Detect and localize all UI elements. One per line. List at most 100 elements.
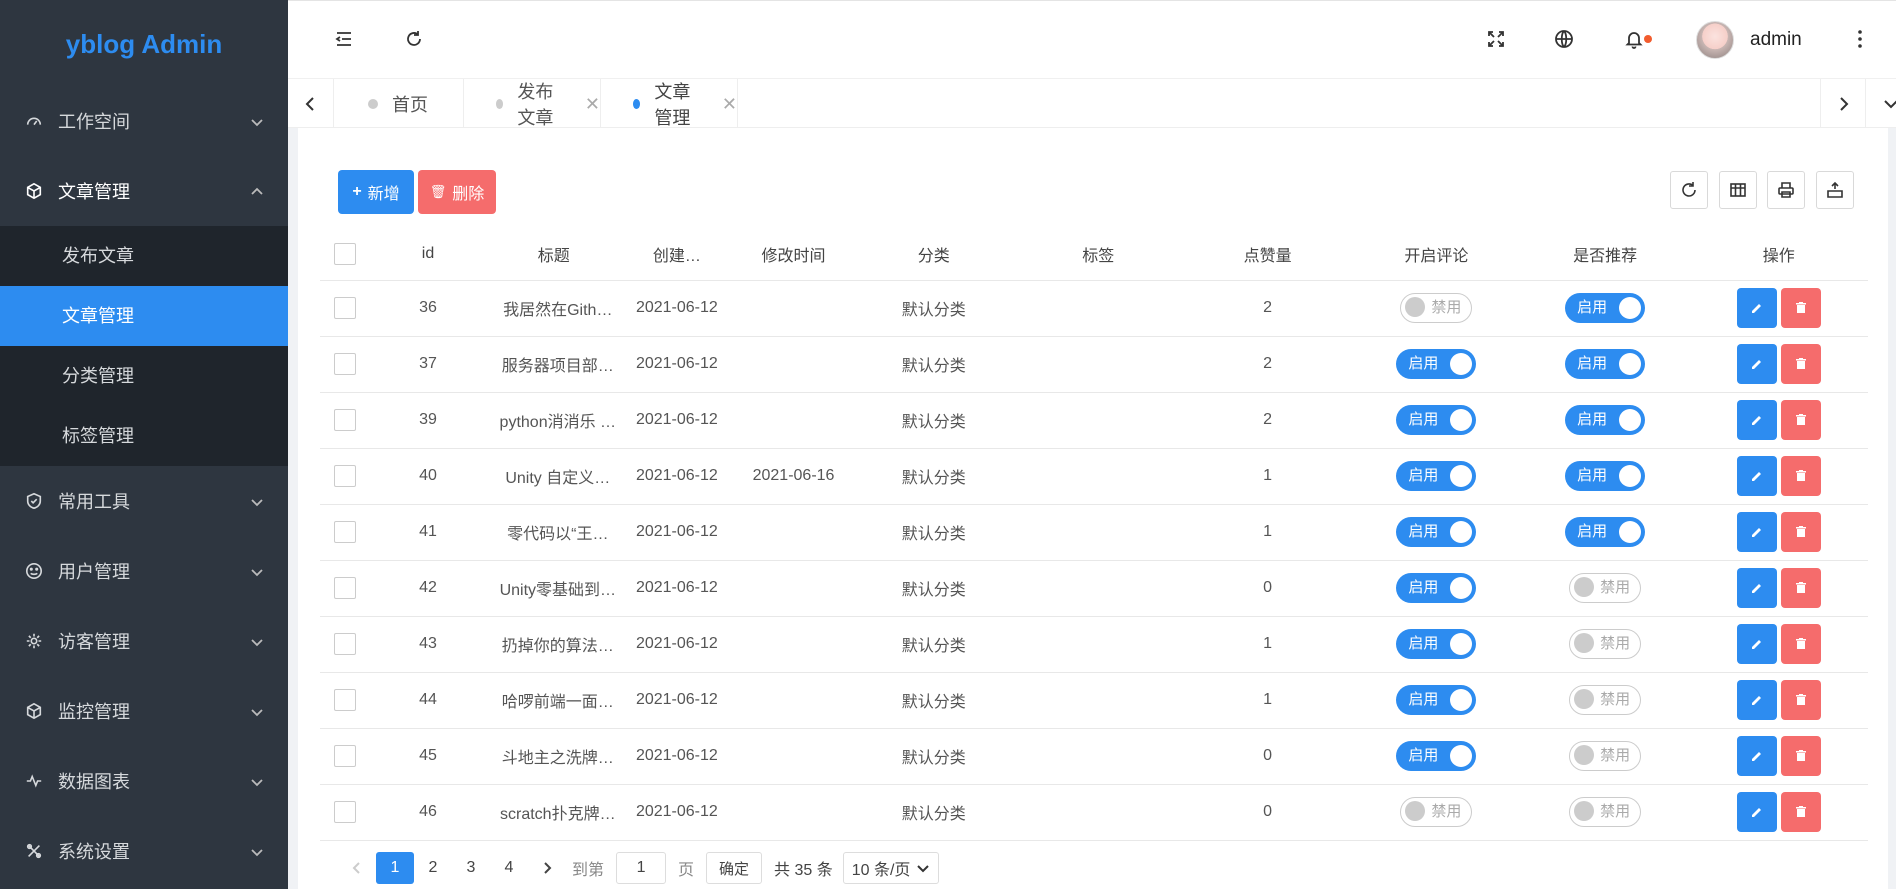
sidebar-item-users[interactable]: 用户管理 <box>0 536 288 606</box>
edit-button[interactable] <box>1736 288 1777 328</box>
globe-icon[interactable] <box>1554 29 1576 51</box>
row-checkbox[interactable] <box>333 801 356 823</box>
edit-button[interactable] <box>1736 568 1777 608</box>
export-icon[interactable] <box>1816 171 1854 209</box>
sidebar-item-monitor[interactable]: 监控管理 <box>0 676 288 746</box>
recommend-switch[interactable]: 启用 <box>1565 461 1646 491</box>
page-button-1[interactable]: 1 <box>376 852 414 884</box>
recommend-switch[interactable]: 禁用 <box>1569 685 1642 715</box>
columns-icon[interactable] <box>1719 171 1757 209</box>
recommend-switch[interactable]: 禁用 <box>1569 741 1642 771</box>
delete-row-button[interactable] <box>1780 736 1821 776</box>
bell-icon[interactable] <box>1624 29 1652 51</box>
sidebar-item-articles[interactable]: 文章管理 <box>0 156 288 226</box>
more-vertical-icon[interactable] <box>1856 27 1864 51</box>
next-page-icon[interactable] <box>528 852 566 884</box>
delete-row-button[interactable] <box>1780 624 1821 664</box>
sidebar-item-settings[interactable]: 系统设置 <box>0 816 288 886</box>
comment-switch[interactable]: 启用 <box>1396 573 1477 603</box>
row-checkbox[interactable] <box>333 465 356 487</box>
comment-switch[interactable]: 禁用 <box>1400 797 1473 827</box>
sidebar-subitem-article-manage[interactable]: 文章管理 <box>0 286 288 346</box>
edit-button[interactable] <box>1736 736 1777 776</box>
delete-row-button[interactable] <box>1780 456 1821 496</box>
delete-row-button[interactable] <box>1780 512 1821 552</box>
avatar[interactable] <box>1696 21 1734 59</box>
row-checkbox[interactable] <box>333 521 356 543</box>
recommend-switch[interactable]: 启用 <box>1565 405 1646 435</box>
row-checkbox[interactable] <box>333 577 356 599</box>
comment-switch[interactable]: 禁用 <box>1400 293 1473 323</box>
comment-switch[interactable]: 启用 <box>1396 461 1477 491</box>
row-checkbox[interactable] <box>333 409 356 431</box>
edit-button[interactable] <box>1736 344 1777 384</box>
edit-button[interactable] <box>1736 792 1777 832</box>
column-header[interactable]: 分类 <box>854 228 1014 281</box>
column-header[interactable]: id <box>369 228 487 281</box>
sidebar-subitem-publish[interactable]: 发布文章 <box>0 226 288 286</box>
comment-switch[interactable]: 启用 <box>1396 629 1477 659</box>
close-icon[interactable]: ✕ <box>722 94 737 115</box>
sidebar-item-charts[interactable]: 数据图表 <box>0 746 288 816</box>
sidebar-item-tools[interactable]: 常用工具 <box>0 466 288 536</box>
confirm-goto-button[interactable]: 确定 <box>706 852 763 884</box>
edit-button[interactable] <box>1736 680 1777 720</box>
select-all-checkbox[interactable] <box>333 242 356 265</box>
edit-button[interactable] <box>1736 512 1777 552</box>
row-checkbox[interactable] <box>333 745 356 767</box>
delete-row-button[interactable] <box>1780 400 1821 440</box>
tabs-dropdown-icon[interactable] <box>1868 79 1896 129</box>
delete-row-button[interactable] <box>1780 792 1821 832</box>
sidebar-item-workspace[interactable]: 工作空间 <box>0 86 288 156</box>
row-checkbox[interactable] <box>333 689 356 711</box>
delete-row-button[interactable] <box>1780 288 1821 328</box>
recommend-switch[interactable]: 禁用 <box>1569 573 1642 603</box>
tabs-scroll-left-icon[interactable] <box>288 79 334 129</box>
goto-page-input[interactable]: 1 <box>616 852 667 884</box>
sidebar-item-visitors[interactable]: 访客管理 <box>0 606 288 676</box>
column-header[interactable]: 标签 <box>1013 228 1184 281</box>
column-header[interactable]: 点赞量 <box>1183 228 1352 281</box>
column-header[interactable]: 标题 <box>486 228 621 281</box>
page-size-select[interactable]: 10 条/页 <box>842 852 939 884</box>
comment-switch[interactable]: 启用 <box>1396 685 1477 715</box>
comment-switch[interactable]: 启用 <box>1396 349 1477 379</box>
comment-switch[interactable]: 启用 <box>1396 517 1477 547</box>
edit-button[interactable] <box>1736 400 1777 440</box>
sidebar-subitem-tag-manage[interactable]: 标签管理 <box>0 406 288 466</box>
row-checkbox[interactable] <box>333 633 356 655</box>
sidebar-subitem-category-manage[interactable]: 分类管理 <box>0 346 288 406</box>
column-header[interactable]: 是否推荐 <box>1520 228 1690 281</box>
recommend-switch[interactable]: 禁用 <box>1569 797 1642 827</box>
refresh-icon[interactable] <box>404 29 426 51</box>
tab-home[interactable]: 首页 <box>336 79 464 129</box>
delete-row-button[interactable] <box>1780 680 1821 720</box>
row-checkbox[interactable] <box>333 297 356 319</box>
tab-publish[interactable]: 发布文章 ✕ <box>464 79 601 129</box>
user-name[interactable]: admin <box>1750 29 1802 51</box>
print-icon[interactable] <box>1767 171 1805 209</box>
table-refresh-icon[interactable] <box>1670 171 1708 209</box>
column-header[interactable]: 创建… <box>620 228 733 281</box>
page-button-2[interactable]: 2 <box>414 852 452 884</box>
recommend-switch[interactable]: 启用 <box>1565 349 1646 379</box>
column-header[interactable]: 开启评论 <box>1351 228 1521 281</box>
tabs-scroll-right-icon[interactable] <box>1820 79 1866 129</box>
menu-collapse-icon[interactable] <box>334 29 356 51</box>
delete-row-button[interactable] <box>1780 568 1821 608</box>
recommend-switch[interactable]: 禁用 <box>1569 629 1642 659</box>
delete-row-button[interactable] <box>1780 344 1821 384</box>
column-header[interactable]: 修改时间 <box>732 228 855 281</box>
recommend-switch[interactable]: 启用 <box>1565 293 1646 323</box>
comment-switch[interactable]: 启用 <box>1396 741 1477 771</box>
recommend-switch[interactable]: 启用 <box>1565 517 1646 547</box>
prev-page-icon[interactable] <box>338 852 376 884</box>
close-icon[interactable]: ✕ <box>585 94 600 115</box>
page-button-3[interactable]: 3 <box>452 852 490 884</box>
fullscreen-icon[interactable] <box>1486 29 1508 51</box>
tab-article-manage[interactable]: 文章管理 ✕ <box>601 79 738 129</box>
page-button-4[interactable]: 4 <box>490 852 528 884</box>
delete-button[interactable]: 🗑 删除 <box>418 170 496 214</box>
comment-switch[interactable]: 启用 <box>1396 405 1477 435</box>
edit-button[interactable] <box>1736 456 1777 496</box>
